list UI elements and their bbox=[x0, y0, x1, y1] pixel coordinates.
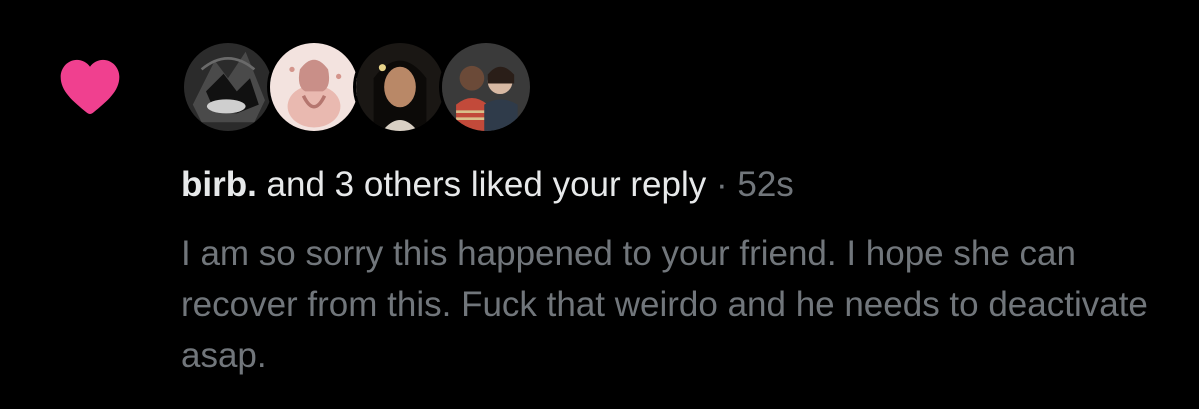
avatar-1[interactable] bbox=[181, 40, 275, 134]
avatar-4[interactable] bbox=[439, 40, 533, 134]
heart-icon bbox=[60, 59, 120, 114]
reply-preview-text: I am so sorry this happened to your frie… bbox=[181, 234, 1148, 375]
liker-username[interactable]: birb. bbox=[181, 165, 257, 204]
separator-dot: · bbox=[706, 165, 738, 204]
action-text: and 3 others liked your reply bbox=[256, 165, 707, 204]
avatar-2[interactable] bbox=[267, 40, 361, 134]
timestamp: 52s bbox=[737, 165, 794, 204]
avatar-group bbox=[181, 40, 533, 134]
like-notification[interactable]: birb. and 3 others liked your reply · 52… bbox=[0, 0, 1199, 409]
notification-headline: birb. and 3 others liked your reply · 52… bbox=[181, 163, 794, 207]
avatar-3[interactable] bbox=[353, 40, 447, 134]
